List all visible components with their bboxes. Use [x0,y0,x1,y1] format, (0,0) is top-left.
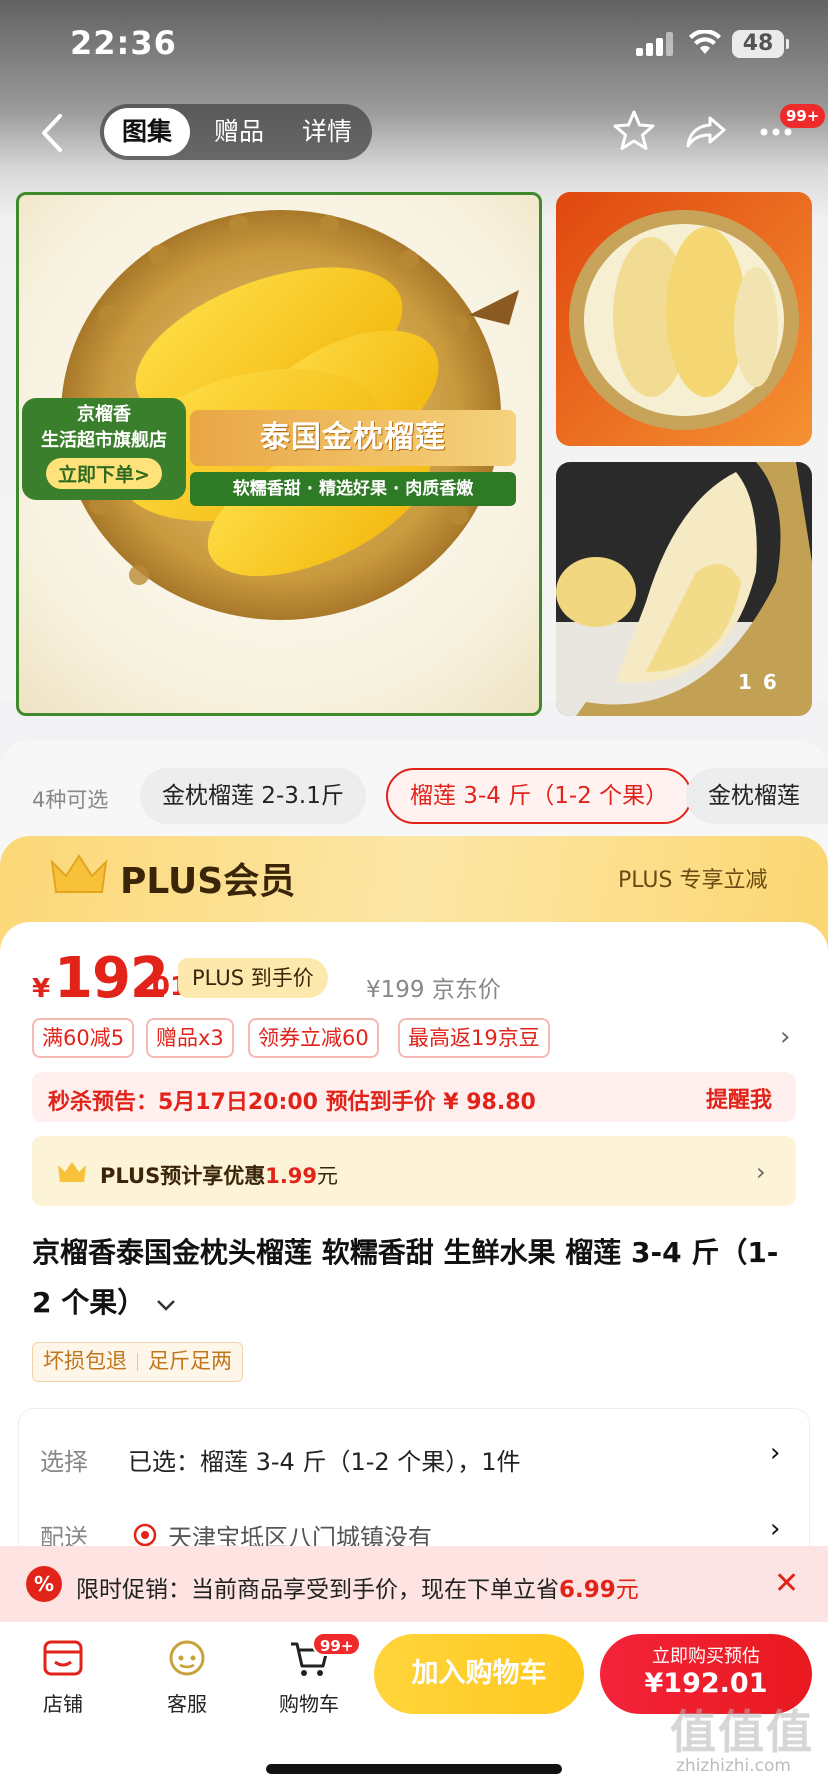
gallery-tabs: 图集 赠品 详情 [100,104,372,160]
tab-details[interactable]: 详情 [286,108,368,156]
add-to-cart-button[interactable]: 加入购物车 [374,1634,584,1714]
tab-gifts[interactable]: 赠品 [198,108,280,156]
store-icon [43,1640,83,1676]
sku-count: 4种可选 [32,788,109,812]
service-tags[interactable]: 坏损包退 足斤足两 [32,1342,243,1382]
gallery-counter: 1 6 [738,670,779,694]
promo-tag-coupon[interactable]: 领券立减60 [248,1018,379,1058]
location-pin-icon [133,1523,157,1547]
price-currency: ¥ [32,974,51,1004]
chevron-right-icon[interactable]: › [756,1158,766,1186]
jd-price: ¥199 京东价 [366,977,501,1003]
customer-service-tab[interactable]: 客服 [142,1638,232,1717]
promo-tag-jingdou[interactable]: 最高返19京豆 [398,1018,550,1058]
store-name: 京榴香 生活超市旗舰店 [41,404,167,451]
plus-exclusive-text: PLUS 专享立减 [618,868,768,893]
store-badge[interactable]: 京榴香 生活超市旗舰店 立即下单> [22,398,186,500]
promo-text: 限时促销：当前商品享受到手价，现在下单立省6.99元 [76,1577,639,1603]
sku-option-2[interactable]: 榴莲 3-4 斤（1-2 个果） [386,768,693,824]
thumbnail-image-1[interactable] [556,192,812,446]
select-value[interactable]: 已选：榴莲 3-4 斤（1-2 个果），1件 [128,1442,521,1477]
product-title: 京榴香泰国金枕头榴莲 软糯香甜 生鲜水果 榴莲 3-4 斤（1-2 个果） [32,1236,779,1319]
crown-icon [50,854,108,893]
remind-me-button[interactable]: 提醒我 [706,1082,772,1114]
wifi-icon [689,30,721,54]
chevron-right-icon[interactable]: › [770,1438,780,1468]
watermark-url: zhizhizhi.com [676,1756,791,1776]
promo-tag-gifts[interactable]: 赠品x3 [146,1018,234,1058]
home-indicator [266,1764,562,1774]
order-now-button[interactable]: 立即下单> [46,458,162,489]
select-label: 选择 [40,1448,88,1476]
banner-title: 泰国金枕榴莲 [190,410,516,466]
discount-icon: % [26,1566,62,1602]
banner-tags: 软糯香甜 · 精选好果 · 肉质香嫩 [190,472,516,506]
store-tab[interactable]: 店铺 [18,1638,108,1717]
close-icon[interactable]: ✕ [774,1566,799,1601]
durian-open-illustration [569,210,799,430]
crown-small-icon [58,1162,86,1182]
tab-gallery[interactable]: 图集 [104,108,190,156]
chevron-right-icon[interactable]: › [770,1514,780,1544]
chevron-right-icon[interactable]: › [780,1022,790,1052]
battery-icon: 48 [732,30,789,58]
customer-service-icon [169,1640,205,1676]
plus-savings-text: PLUS预计享优惠1.99元 [100,1164,339,1188]
message-badge: 99+ [780,104,826,128]
signal-icon [636,32,674,56]
status-time: 22:36 [70,24,177,62]
promo-tag-discount[interactable]: 满60减5 [32,1018,135,1058]
share-icon[interactable] [680,106,732,158]
flash-sale-text: 秒杀预告：5月17日20:00 预估到手价 ¥ 98.80 [48,1090,536,1115]
watermark: 值值值 [670,1705,814,1759]
sku-option-3[interactable]: 金枕榴莲 [686,768,828,824]
chevron-down-icon[interactable] [155,1298,177,1312]
service-tag-return: 坏损包退 [43,1349,127,1373]
plus-price-tag: PLUS 到手价 [178,958,328,998]
back-icon[interactable] [34,108,70,158]
service-tag-weight: 足斤足两 [148,1349,232,1373]
cart-badge: 99+ [312,1632,362,1656]
favorite-star-icon[interactable] [608,106,660,158]
sku-option-1[interactable]: 金枕榴莲 2-3.1斤 [140,768,366,824]
plus-member-title: PLUS会员 [120,861,296,902]
